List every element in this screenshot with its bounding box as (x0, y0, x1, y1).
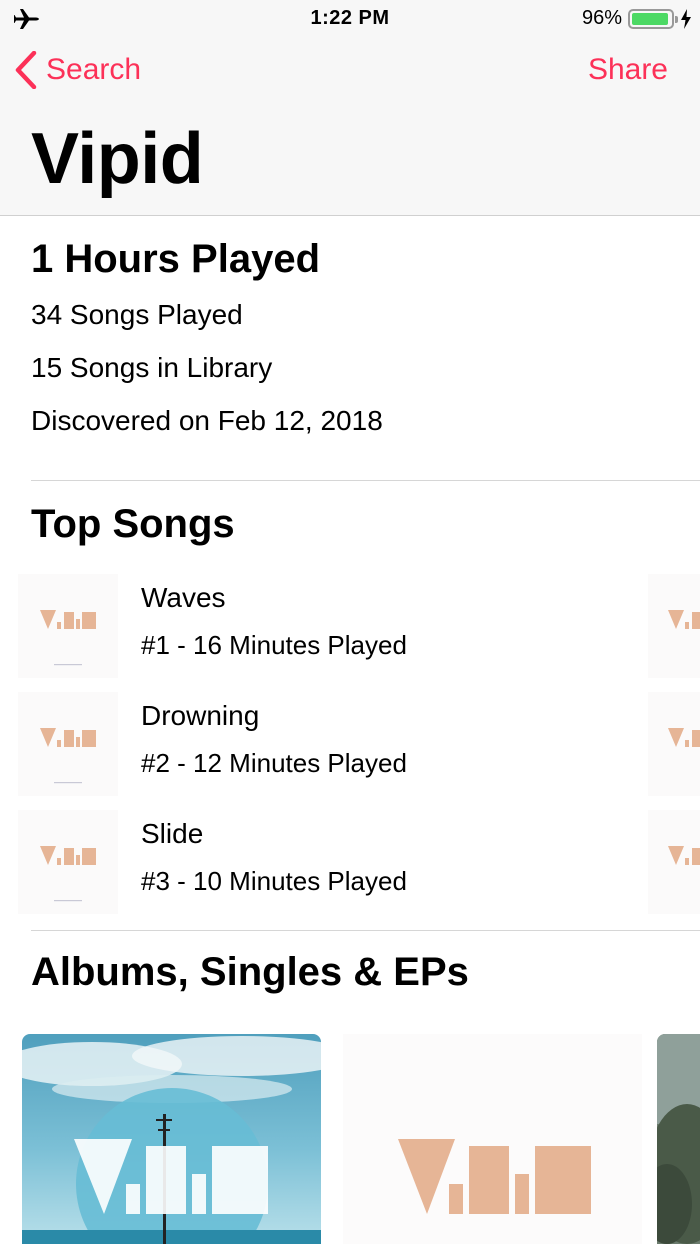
top-songs-heading: Top Songs (31, 502, 235, 546)
album-cover-image (343, 1034, 642, 1244)
songs-in-library: 15 Songs in Library (31, 352, 273, 383)
share-button[interactable]: Share (588, 50, 668, 90)
battery-percent: 96% (581, 7, 622, 29)
album-art-icon (18, 692, 118, 796)
album-art-icon (18, 574, 118, 678)
hours-played: 1 Hours Played (31, 237, 321, 281)
album-cover-image (22, 1034, 321, 1244)
album-tile[interactable] (343, 1034, 642, 1244)
songs-played: 34 Songs Played (31, 299, 243, 330)
album-cover-image (657, 1034, 700, 1244)
divider (31, 480, 700, 481)
artist-stats: 1 Hours Played 34 Songs Played 15 Songs … (31, 232, 700, 447)
song-detail: #3 - 10 Minutes Played (141, 866, 407, 896)
chevron-left-icon (15, 51, 37, 89)
song-detail: #2 - 12 Minutes Played (141, 748, 407, 778)
song-row[interactable]: Slide #3 - 10 Minutes Played (0, 810, 700, 914)
song-detail: #1 - 16 Minutes Played (141, 630, 407, 660)
album-art-icon (648, 810, 700, 914)
back-button-label: Search (46, 53, 142, 86)
discovered-date: Discovered on Feb 12, 2018 (31, 405, 383, 436)
albums-heading: Albums, Singles & EPs (31, 950, 469, 994)
song-row[interactable]: Waves #1 - 16 Minutes Played (0, 574, 700, 678)
song-title: Slide (141, 818, 204, 849)
charging-bolt-icon (681, 9, 691, 29)
battery-icon (628, 9, 678, 29)
song-title: Waves (141, 582, 226, 613)
status-bar: 1:22 PM 96% (0, 0, 700, 38)
album-art-icon (648, 692, 700, 796)
page-title: Vipid (31, 119, 204, 199)
album-tile[interactable] (22, 1034, 321, 1244)
battery-fill (632, 13, 669, 25)
album-art-icon (648, 574, 700, 678)
song-title: Drowning (141, 700, 260, 731)
divider (31, 930, 700, 931)
album-tile[interactable] (657, 1034, 700, 1244)
song-row[interactable]: Drowning #2 - 12 Minutes Played (0, 692, 700, 796)
navigation-bar: Search Share Vipid (0, 38, 700, 216)
album-art-icon (18, 810, 118, 914)
back-button[interactable]: Search (14, 50, 141, 90)
